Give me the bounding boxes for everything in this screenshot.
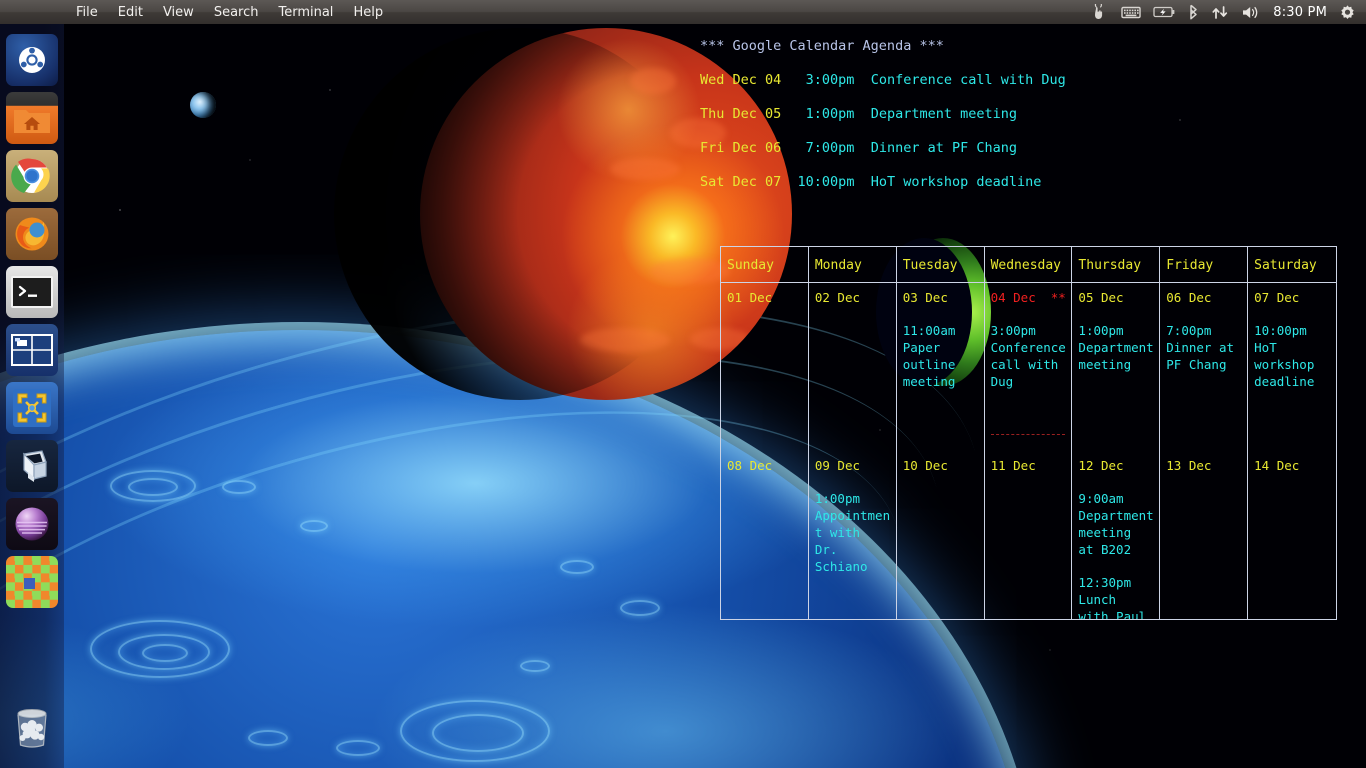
menu-view[interactable]: View — [153, 3, 204, 22]
calendar-day-cell: 10 Dec — [897, 451, 985, 619]
gear-icon[interactable] — [1339, 0, 1356, 24]
vmware-icon[interactable] — [6, 382, 58, 434]
agenda-desc: Department meeting — [870, 106, 1018, 123]
menu-edit[interactable]: Edit — [108, 3, 153, 22]
menu-terminal[interactable]: Terminal — [268, 3, 343, 22]
touchpad-icon[interactable] — [1091, 0, 1109, 24]
agenda-row: Thu Dec 05 1:00pm Department meeting — [700, 98, 1360, 132]
purple-sphere-icon[interactable] — [6, 498, 58, 550]
agenda-time: 10:00pm — [797, 174, 855, 191]
calendar-header-wednesday: Wednesday — [984, 247, 1073, 283]
calendar-event: 7:00pm Dinner at PF Chang — [1166, 323, 1235, 372]
calendar-event: 1:00pm Department meeting — [1078, 323, 1154, 372]
calendar-day-cell: 14 Dec — [1248, 451, 1336, 619]
calendar-date: 07 Dec — [1254, 290, 1300, 305]
calendar-day-cell: 02 Dec — [809, 283, 897, 451]
calendar-date: 10 Dec — [902, 458, 948, 473]
agenda-time: 3:00pm — [805, 72, 855, 89]
workspace-switcher-icon[interactable] — [6, 324, 58, 376]
calendar-day-cell: 08 Dec — [721, 451, 809, 619]
today-underline — [990, 434, 1066, 435]
checkerboard-icon[interactable] — [6, 556, 58, 608]
agenda-row: Sat Dec 07 10:00pm HoT workshop deadline — [700, 166, 1360, 200]
calendar-table: Sunday Monday Tuesday Wednesday Thursday… — [720, 246, 1337, 620]
calendar-day-cell: 11 Dec — [985, 451, 1073, 619]
agenda-time: 7:00pm — [805, 140, 855, 157]
calendar-header-saturday: Saturday — [1248, 247, 1336, 283]
calendar-header-friday: Friday — [1160, 247, 1249, 283]
calendar-day-cell: 05 Dec 1:00pm Department meeting — [1072, 283, 1161, 451]
calendar-day-cell: 03 Dec 11:00am Paper outline meeting — [897, 283, 985, 451]
firefox-icon[interactable] — [6, 208, 58, 260]
calendar-event: 3:00pm Conference call with Dug — [990, 323, 1066, 389]
trash-wrapper — [0, 698, 64, 760]
trash-icon[interactable] — [6, 702, 58, 754]
calendar-date: 02 Dec — [814, 290, 860, 305]
calendar-day-cell: 09 Dec 1:00pm Appointmen t with Dr. Schi… — [809, 451, 897, 619]
agenda-title: *** Google Calendar Agenda *** — [700, 38, 944, 55]
calendar-date: 05 Dec — [1078, 290, 1124, 305]
top-panel: File Edit View Search Terminal Help 8:30… — [0, 0, 1366, 24]
calendar-day-cell: 12 Dec 9:00am Department meeting at B202… — [1072, 451, 1161, 619]
calendar-date: 11 Dec — [990, 458, 1036, 473]
chrome-icon[interactable] — [6, 150, 58, 202]
agenda-day: Thu Dec 05 — [700, 106, 782, 123]
calendar-date: 09 Dec — [814, 458, 860, 473]
virtualbox-icon[interactable] — [6, 440, 58, 492]
agenda-row: Fri Dec 06 7:00pm Dinner at PF Chang — [700, 132, 1360, 166]
small-moon — [190, 92, 216, 118]
agenda-desc: Dinner at PF Chang — [870, 140, 1018, 157]
calendar-header-sunday: Sunday — [721, 247, 809, 283]
agenda-day: Sat Dec 07 — [700, 174, 782, 191]
calendar-day-cell: 07 Dec 10:00pm HoT workshop deadline — [1248, 283, 1336, 451]
calendar-header-thursday: Thursday — [1072, 247, 1161, 283]
calendar-date-today: 04 Dec ** — [990, 290, 1066, 305]
menu-file[interactable]: File — [66, 3, 108, 22]
bluetooth-icon[interactable] — [1187, 0, 1199, 24]
network-icon[interactable] — [1211, 0, 1229, 24]
menu-search[interactable]: Search — [204, 3, 269, 22]
calendar-date: 13 Dec — [1166, 458, 1212, 473]
calendar-event: 10:00pm HoT workshop deadline — [1254, 323, 1315, 389]
calendar-date: 12 Dec — [1078, 458, 1124, 473]
calendar-header-monday: Monday — [808, 247, 897, 283]
keyboard-icon[interactable] — [1121, 0, 1141, 24]
unity-launcher — [0, 24, 64, 768]
calendar-day-cell: 13 Dec — [1160, 451, 1249, 619]
calendar-date: 06 Dec — [1166, 290, 1212, 305]
ubuntu-dash-icon[interactable] — [6, 34, 58, 86]
calendar-date: 14 Dec — [1254, 458, 1300, 473]
calendar-day-cell: 06 Dec 7:00pm Dinner at PF Chang — [1160, 283, 1249, 451]
calendar-date: 03 Dec — [902, 290, 948, 305]
battery-icon[interactable] — [1153, 0, 1175, 24]
red-planet-terminator — [334, 28, 706, 400]
calendar-event: 1:00pm Appointmen t with Dr. Schiano — [814, 491, 891, 574]
calendar-day-cell-today: 04 Dec ** 3:00pm Conference call with Du… — [985, 283, 1073, 451]
system-tray: 8:30 PM — [1091, 0, 1366, 24]
calendar-event-second: 12:30pm Lunch with Paul — [1078, 575, 1147, 619]
clock[interactable]: 8:30 PM — [1273, 5, 1327, 20]
agenda-desc: Conference call with Dug — [870, 72, 1066, 89]
agenda-time: 1:00pm — [805, 106, 855, 123]
calendar-date: 08 Dec — [727, 458, 773, 473]
agenda-day: Wed Dec 04 — [700, 72, 782, 89]
menu-help[interactable]: Help — [343, 3, 393, 22]
terminal-title-line: *** Google Calendar Agenda *** — [700, 30, 1360, 64]
calendar-event: 11:00am Paper outline meeting — [902, 323, 956, 389]
volume-icon[interactable] — [1241, 0, 1261, 24]
terminal-icon[interactable] — [6, 266, 58, 318]
calendar-day-cell: 01 Dec — [721, 283, 809, 451]
files-home-icon[interactable] — [6, 92, 58, 144]
agenda-desc: HoT workshop deadline — [870, 174, 1042, 191]
calendar-event: 9:00am Department meeting at B202 — [1078, 491, 1154, 557]
calendar-header-tuesday: Tuesday — [896, 247, 985, 283]
agenda-row: Wed Dec 04 3:00pm Conference call with D… — [700, 64, 1360, 98]
agenda-day: Fri Dec 06 — [700, 140, 782, 157]
calendar-date: 01 Dec — [727, 290, 773, 305]
menu-bar: File Edit View Search Terminal Help — [66, 3, 393, 22]
